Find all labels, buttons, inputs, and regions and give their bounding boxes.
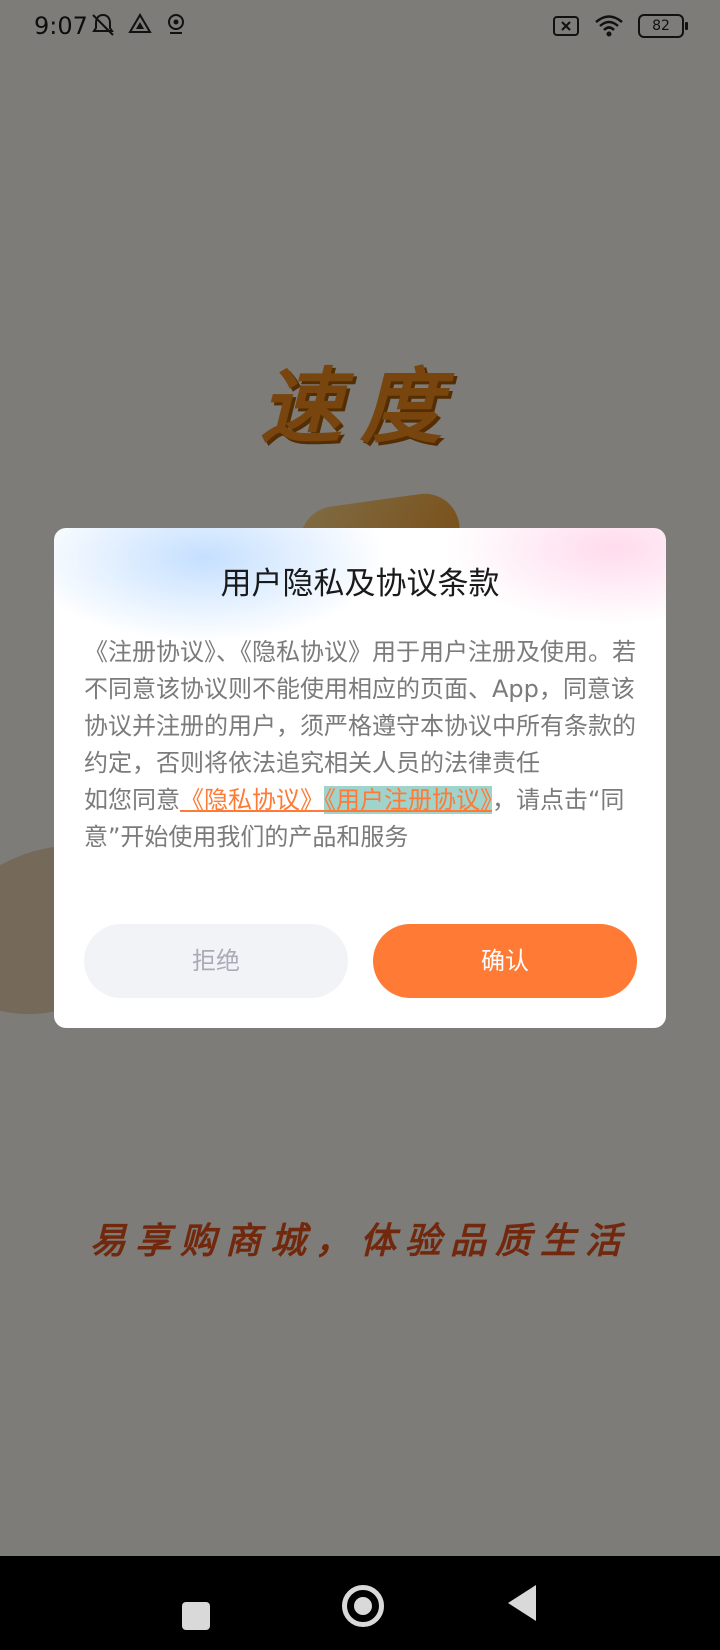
confirm-button[interactable]: 确认 bbox=[373, 924, 637, 998]
consent-prefix: 如您同意 bbox=[84, 786, 180, 814]
recents-square-icon[interactable] bbox=[182, 1602, 210, 1630]
reject-button[interactable]: 拒绝 bbox=[84, 924, 348, 998]
user-registration-agreement-link[interactable]: 《用户注册协议》 bbox=[324, 786, 492, 814]
agreement-consent-text: 如您同意《隐私协议》《用户注册协议》，请点击“同意”开始使用我们的产品和服务 bbox=[84, 782, 640, 856]
privacy-agreement-dialog: 用户隐私及协议条款 《注册协议》、《隐私协议》用于用户注册及使用。若不同意该协议… bbox=[54, 528, 666, 1028]
privacy-policy-link[interactable]: 《隐私协议》 bbox=[180, 786, 324, 814]
home-circle-icon[interactable] bbox=[342, 1585, 384, 1627]
agreement-description: 《注册协议》、《隐私协议》用于用户注册及使用。若不同意该协议则不能使用相应的页面… bbox=[84, 638, 636, 777]
app-screen: 速度 易享购商城，体验品质生活 9:07 bbox=[0, 0, 720, 1556]
dialog-body: 《注册协议》、《隐私协议》用于用户注册及使用。若不同意该协议则不能使用相应的页面… bbox=[84, 634, 640, 856]
dialog-title: 用户隐私及协议条款 bbox=[220, 566, 500, 602]
back-triangle-icon[interactable] bbox=[508, 1585, 536, 1621]
